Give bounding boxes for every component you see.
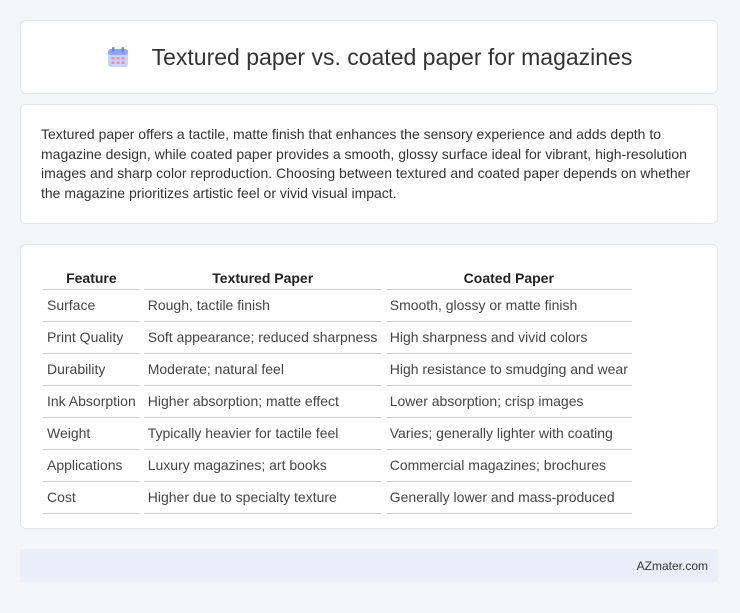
table-row: Surface Rough, tactile finish Smooth, gl…	[43, 290, 632, 322]
comparison-card: Feature Textured Paper Coated Paper Surf…	[20, 244, 718, 529]
coated-cell: Varies; generally lighter with coating	[385, 418, 632, 450]
textured-cell: Moderate; natural feel	[143, 354, 382, 386]
textured-cell: Higher due to specialty texture	[143, 482, 382, 514]
coated-cell: Generally lower and mass-produced	[385, 482, 632, 514]
table-row: Print Quality Soft appearance; reduced s…	[43, 322, 632, 354]
table-row: Applications Luxury magazines; art books…	[43, 450, 632, 482]
textured-cell: Higher absorption; matte effect	[143, 386, 382, 418]
table-row: Weight Typically heavier for tactile fee…	[43, 418, 632, 450]
coated-cell: Lower absorption; crisp images	[385, 386, 632, 418]
coated-cell: Commercial magazines; brochures	[385, 450, 632, 482]
comparison-table: Feature Textured Paper Coated Paper Surf…	[39, 265, 636, 514]
textured-cell: Rough, tactile finish	[143, 290, 382, 322]
intro-card: Textured paper offers a tactile, matte f…	[20, 104, 718, 224]
feature-cell: Ink Absorption	[43, 386, 140, 418]
coated-cell: High sharpness and vivid colors	[385, 322, 632, 354]
header-feature: Feature	[43, 265, 140, 290]
table-row: Ink Absorption Higher absorption; matte …	[43, 386, 632, 418]
coated-cell: High resistance to smudging and wear	[385, 354, 632, 386]
textured-cell: Luxury magazines; art books	[143, 450, 382, 482]
title-card: Textured paper vs. coated paper for maga…	[20, 20, 718, 94]
feature-cell: Weight	[43, 418, 140, 450]
calendar-icon	[107, 47, 128, 67]
table-row: Durability Moderate; natural feel High r…	[43, 354, 632, 386]
textured-cell: Typically heavier for tactile feel	[143, 418, 382, 450]
feature-cell: Durability	[43, 354, 140, 386]
header-textured: Textured Paper	[143, 265, 382, 290]
footer-bar: AZmater.com	[20, 549, 718, 582]
table-row: Cost Higher due to specialty texture Gen…	[43, 482, 632, 514]
intro-text: Textured paper offers a tactile, matte f…	[41, 126, 691, 201]
table-header-row: Feature Textured Paper Coated Paper	[43, 265, 632, 290]
feature-cell: Print Quality	[43, 322, 140, 354]
feature-cell: Applications	[43, 450, 140, 482]
feature-cell: Surface	[43, 290, 140, 322]
header-coated: Coated Paper	[385, 265, 632, 290]
coated-cell: Smooth, glossy or matte finish	[385, 290, 632, 322]
footer-brand-link[interactable]: AZmater.com	[637, 559, 708, 573]
feature-cell: Cost	[43, 482, 140, 514]
textured-cell: Soft appearance; reduced sharpness	[143, 322, 382, 354]
page-title: Textured paper vs. coated paper for maga…	[151, 43, 633, 70]
